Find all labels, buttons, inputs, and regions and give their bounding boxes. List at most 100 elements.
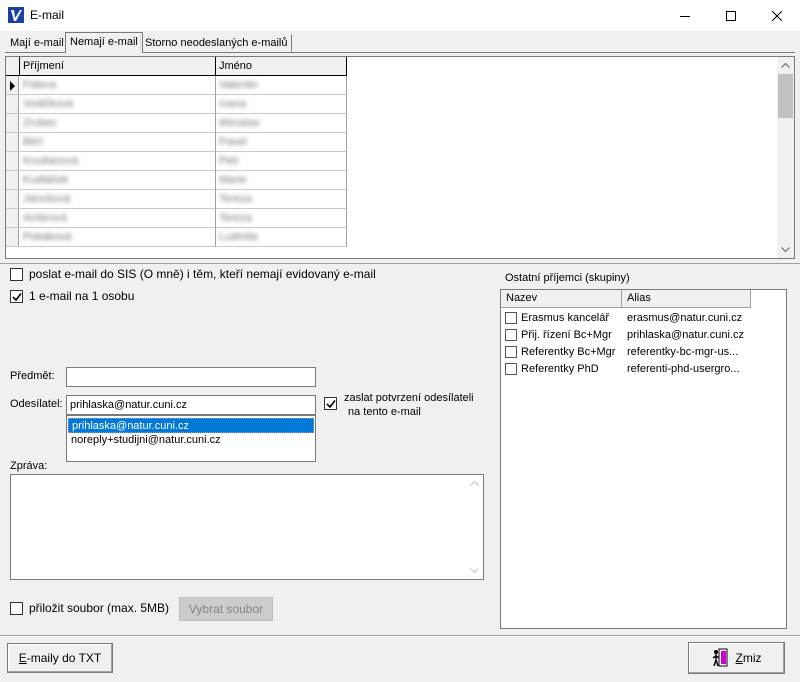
cell-text: Zrubec (23, 117, 58, 129)
close-icon (772, 10, 782, 21)
cell-prijmeni[interactable]: Jánošová (20, 190, 216, 209)
tab-storno[interactable]: Storno neodeslaných e-mailů (140, 34, 293, 52)
cell-text: Marie (219, 174, 247, 186)
scroll-down-button[interactable] (777, 241, 794, 258)
cell-prijmeni[interactable]: Kudláček (20, 171, 216, 190)
recipient-alias: erasmus@natur.cuni.cz (627, 312, 743, 324)
cell-text: Fideva (23, 79, 57, 91)
row-indicator[interactable] (6, 114, 19, 133)
cell-jmeno[interactable]: Ludmila (216, 228, 347, 247)
cell-prijmeni[interactable]: Knutlanová (20, 152, 216, 171)
message-textarea[interactable] (10, 474, 484, 580)
recipient-alias: prihlaska@natur.cuni.cz (627, 329, 744, 341)
column-header-alias[interactable]: Alias (622, 290, 751, 308)
sender-option[interactable]: noreply+studijni@natur.cuni.cz (68, 433, 314, 448)
row-indicator[interactable] (6, 228, 19, 247)
cell-jmeno[interactable]: Petr (216, 152, 347, 171)
sender-label: Odesílatel: (10, 398, 63, 410)
cell-jmeno[interactable]: Miroslav (216, 114, 347, 133)
cell-jmeno[interactable]: Ivana (216, 95, 347, 114)
cell-jmeno[interactable]: Tereza (216, 190, 347, 209)
tab-nemaji-email[interactable]: Nemají e-mail (65, 32, 143, 53)
cell-prijmeni[interactable]: Fideva (20, 76, 216, 95)
message-label: Zpráva: (10, 460, 48, 472)
checkmark-icon (11, 292, 22, 301)
recipient-checkbox[interactable] (505, 312, 517, 324)
grid-vertical-scrollbar[interactable] (777, 57, 794, 258)
cell-text: Petr (219, 155, 240, 167)
row-indicator[interactable] (6, 171, 19, 190)
recipient-row[interactable]: Referentky PhD referenti-phd-usergro... (501, 361, 786, 378)
cell-jmeno[interactable]: Pavel (216, 133, 347, 152)
recipient-checkbox[interactable] (505, 346, 517, 358)
cell-text: Ludmila (219, 231, 258, 243)
row-indicator[interactable] (6, 209, 19, 228)
recipient-checkbox[interactable] (505, 329, 517, 341)
cell-text: Jánošová (23, 193, 71, 205)
row-indicator[interactable] (6, 190, 19, 209)
confirm-sender-checkbox[interactable] (324, 397, 337, 410)
recipient-row[interactable]: Erasmus kancelář erasmus@natur.cuni.cz (501, 310, 786, 327)
recipient-name: Erasmus kancelář (521, 312, 610, 324)
export-emails-txt-button[interactable]: E -maily do TXT (7, 643, 113, 673)
chevron-down-icon (470, 568, 479, 573)
minimize-button[interactable] (662, 0, 708, 31)
column-header-nazev[interactable]: Nazev (501, 290, 622, 308)
cell-prijmeni[interactable]: Vodičková (20, 95, 216, 114)
attach-file-checkbox[interactable] (10, 602, 23, 615)
close-mnemonic: Z (735, 651, 743, 665)
cell-jmeno[interactable]: Tereza (216, 209, 347, 228)
cell-text: Ambrová (23, 212, 68, 224)
recipients-list[interactable]: Nazev Alias Erasmus kancelář erasmus@natu… (500, 289, 787, 629)
sender-option-selected[interactable]: prihlaska@natur.cuni.cz (68, 418, 314, 433)
window-title: E-mail (30, 8, 65, 22)
recipient-alias: referenti-phd-usergro... (627, 363, 740, 375)
row-indicator[interactable] (6, 95, 19, 114)
cell-text: Kudláček (23, 174, 69, 186)
row-indicator[interactable] (6, 152, 19, 171)
message-scrollbar[interactable] (466, 475, 483, 579)
column-header-prijmeni[interactable]: Příjmení (20, 57, 216, 76)
current-row-arrow-icon (10, 81, 15, 91)
recipient-checkbox[interactable] (505, 363, 517, 375)
sender-input[interactable]: prihlaska@natur.cuni.cz (66, 395, 316, 415)
cell-text: Vodičková (23, 98, 74, 110)
cell-jmeno[interactable]: Marie (216, 171, 347, 190)
recipient-name: Přij. řízení Bc+Mgr (521, 329, 612, 341)
row-indicator[interactable] (6, 76, 19, 95)
recipients-title: Ostatní příjemci (skupiny) (505, 272, 630, 284)
cell-text: Tereza (219, 212, 253, 224)
scroll-thumb[interactable] (778, 74, 793, 118)
export-label-rest: -maily do TXT (26, 651, 102, 665)
chevron-up-icon (781, 63, 790, 68)
cell-text: Knutlanová (23, 155, 79, 167)
close-dialog-button[interactable]: Zmiz (688, 642, 785, 674)
send-sis-label: poslat e-mail do SIS (O mně) i těm, kteř… (29, 267, 376, 281)
cell-prijmeni[interactable]: Ambrová (20, 209, 216, 228)
cell-prijmeni[interactable]: Bérl (20, 133, 216, 152)
scroll-up-button[interactable] (777, 57, 794, 74)
cell-prijmeni[interactable]: Pokáková (20, 228, 216, 247)
cell-prijmeni[interactable]: Zrubec (20, 114, 216, 133)
row-indicator[interactable] (6, 133, 19, 152)
column-header-jmeno[interactable]: Jméno (216, 57, 347, 76)
one-per-person-checkbox[interactable] (10, 290, 23, 303)
sender-listbox[interactable]: prihlaska@natur.cuni.cz noreply+studijni… (66, 415, 316, 462)
subject-input[interactable] (66, 367, 316, 387)
cell-text: Bérl (23, 136, 43, 148)
chevron-up-icon (470, 481, 479, 486)
recipient-row[interactable]: Přij. řízení Bc+Mgr prihlaska@natur.cuni.… (501, 327, 786, 344)
recipient-row[interactable]: Referentky Bc+Mgr referentky-bc-mgr-us... (501, 344, 786, 361)
export-mnemonic: E (18, 651, 27, 665)
exit-door-icon (713, 648, 728, 667)
tab-maji-email[interactable]: Mají e-mail (5, 34, 69, 52)
maximize-button[interactable] (708, 0, 754, 31)
cell-text: Pavel (219, 136, 247, 148)
cell-jmeno[interactable]: Valentin (216, 76, 347, 95)
students-grid[interactable]: Příjmení Jméno Fideva Valentin Vodičková Iv… (6, 57, 347, 247)
recipient-name: Referentky Bc+Mgr (521, 346, 616, 358)
choose-file-button[interactable]: Vybrat soubor (179, 597, 273, 621)
cell-text: Ivana (219, 98, 246, 110)
send-sis-checkbox[interactable] (10, 268, 23, 281)
close-button[interactable] (754, 0, 800, 31)
